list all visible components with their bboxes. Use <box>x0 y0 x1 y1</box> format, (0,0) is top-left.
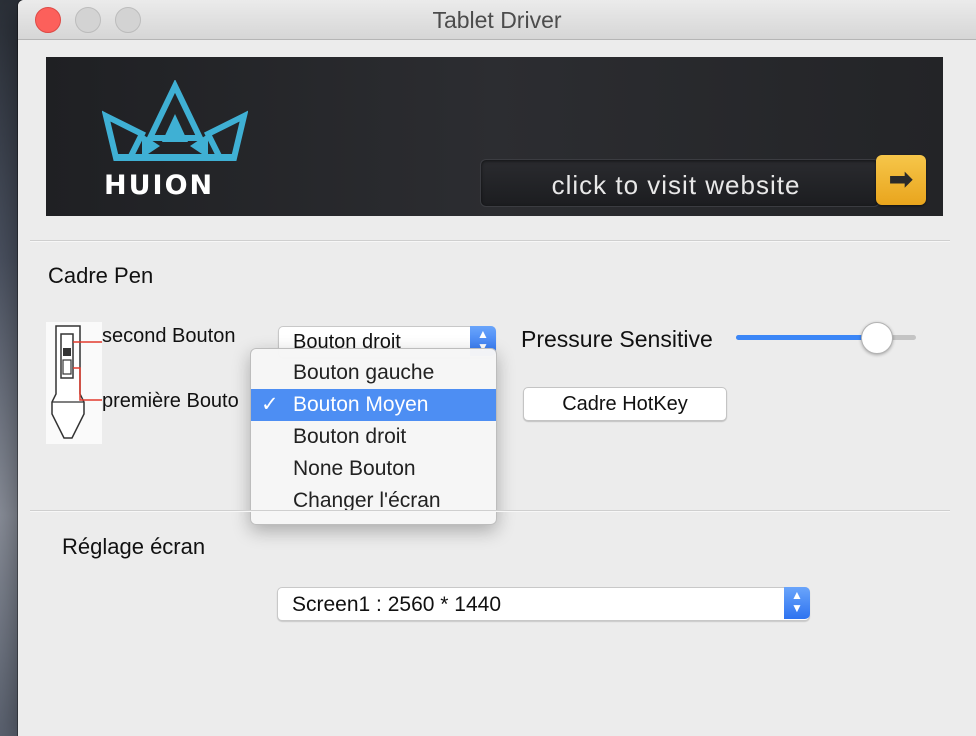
visit-website-label: click to visit website <box>551 170 801 200</box>
checkmark-icon: ✓ <box>261 393 279 416</box>
pressure-slider[interactable] <box>736 322 916 354</box>
separator <box>30 240 950 242</box>
window-title: Tablet Driver <box>432 7 562 33</box>
section-title-pen: Cadre Pen <box>48 263 154 288</box>
cadre-hotkey-button[interactable]: Cadre HotKey <box>523 387 727 421</box>
title-bar: Tablet Driver <box>18 0 976 40</box>
menu-item-bouton-gauche[interactable]: Bouton gauche <box>251 357 496 389</box>
menu-item-bouton-moyen[interactable]: ✓ Bouton Moyen <box>251 389 496 421</box>
menu-item-none-bouton[interactable]: None Bouton <box>251 453 496 485</box>
separator <box>30 510 950 512</box>
huion-banner[interactable]: HUION click to visit website ➡ <box>46 57 943 216</box>
menu-item-label: Bouton droit <box>293 425 407 448</box>
menu-item-changer-ecran[interactable]: Changer l'écran <box>251 485 496 517</box>
menu-item-bouton-droit[interactable]: Bouton droit <box>251 421 496 453</box>
second-button-label: second Bouton <box>102 325 236 347</box>
crown-logo-icon <box>102 80 248 161</box>
pressure-sensitive-label: Pressure Sensitive <box>521 326 713 352</box>
pressure-slider-knob[interactable] <box>861 322 894 354</box>
visit-website-field[interactable]: click to visit website <box>480 159 880 207</box>
pressure-slider-fill <box>736 335 877 340</box>
tablet-driver-window: Tablet Driver HUION click to visit websi… <box>18 0 976 736</box>
stepper-icon[interactable]: ▲ ▼ <box>784 587 810 619</box>
screen-select-popup[interactable]: Screen1 : 2560 * 1440 ▲ ▼ <box>277 587 810 621</box>
pen-diagram-icon <box>46 322 102 444</box>
menu-item-label: None Bouton <box>293 457 416 480</box>
section-title-screen: Réglage écran <box>62 534 206 559</box>
first-button-label: première Bouto <box>102 390 239 412</box>
menu-item-label: Changer l'écran <box>293 489 441 512</box>
pen-button-menu: Bouton gauche ✓ Bouton Moyen Bouton droi… <box>250 348 497 525</box>
screen-select-value: Screen1 : 2560 * 1440 <box>292 593 501 616</box>
menu-item-label: Bouton Moyen <box>293 393 429 416</box>
arrow-right-icon[interactable]: ➡ <box>876 155 926 205</box>
logo-text: HUION <box>104 170 215 201</box>
menu-item-label: Bouton gauche <box>293 361 435 384</box>
